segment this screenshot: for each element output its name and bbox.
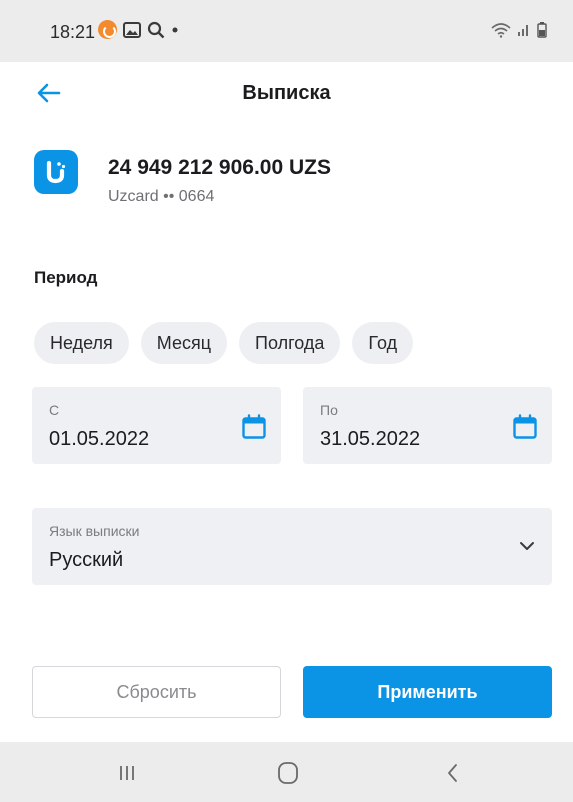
period-chips: Неделя Месяц Полгода Год — [34, 322, 414, 364]
chip-month[interactable]: Месяц — [140, 322, 228, 364]
date-to-value: 31.05.2022 — [320, 428, 421, 450]
language-caption: Язык выписки — [49, 523, 140, 539]
chip-year[interactable]: Год — [352, 322, 414, 364]
recent-apps-icon[interactable] — [112, 758, 142, 788]
app-notification-icon — [98, 20, 117, 39]
wifi-icon — [491, 23, 511, 38]
status-system-icons — [491, 22, 547, 38]
language-value: Русский — [49, 549, 124, 571]
more-dot-icon — [172, 27, 178, 32]
card-logo-icon — [34, 150, 78, 194]
page-title: Выписка — [242, 82, 331, 104]
date-to-caption: По — [320, 402, 338, 418]
date-to-field[interactable]: По 31.05.2022 — [303, 387, 552, 464]
apply-button[interactable]: Применить — [303, 666, 552, 718]
date-from-value: 01.05.2022 — [49, 428, 150, 450]
system-nav-bar — [0, 742, 573, 802]
account-balance: 24 949 212 906.00 UZS — [108, 156, 332, 179]
app-header: Выписка — [0, 62, 573, 122]
statement-language-select[interactable]: Язык выписки Русский — [32, 508, 552, 585]
status-bar: 18:21 — [0, 0, 573, 62]
chip-week[interactable]: Неделя — [34, 322, 129, 364]
status-time: 18:21 — [50, 22, 96, 42]
back-nav-icon[interactable] — [438, 758, 468, 788]
gallery-icon — [123, 21, 141, 38]
search-icon — [147, 21, 165, 38]
chevron-down-icon — [520, 542, 534, 550]
battery-icon — [537, 22, 547, 38]
date-from-caption: С — [49, 402, 60, 418]
calendar-icon[interactable] — [512, 414, 538, 440]
date-from-field[interactable]: С 01.05.2022 — [32, 387, 281, 464]
card-label: Uzcard •• 0664 — [108, 188, 215, 205]
calendar-icon[interactable] — [241, 414, 267, 440]
chip-half-year[interactable]: Полгода — [239, 322, 341, 364]
signal-icon — [518, 25, 528, 36]
home-icon[interactable] — [273, 758, 303, 788]
reset-button[interactable]: Сбросить — [32, 666, 281, 718]
period-heading: Период — [34, 268, 98, 287]
account-summary: 24 949 212 906.00 UZS Uzcard •• 0664 — [34, 150, 534, 210]
status-notification-icons — [98, 20, 179, 39]
